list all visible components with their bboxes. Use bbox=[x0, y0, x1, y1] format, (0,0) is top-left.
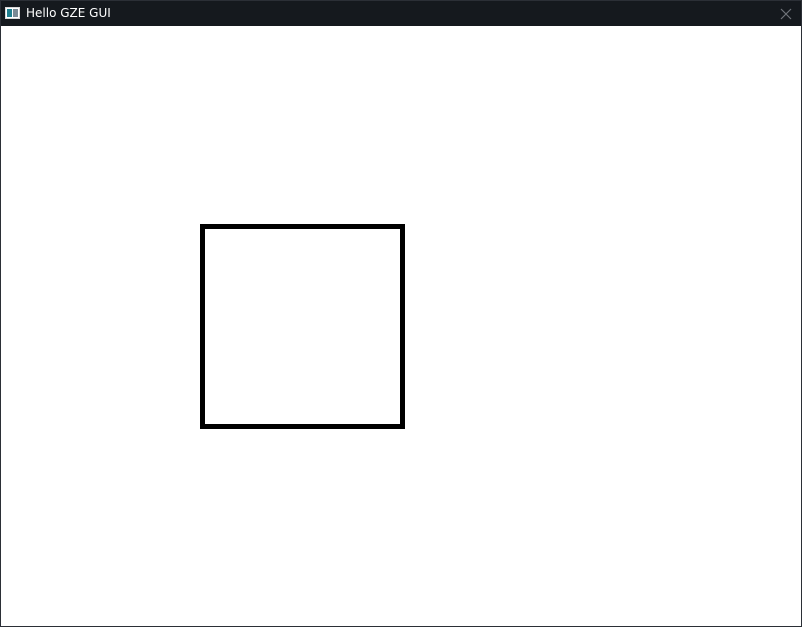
close-icon bbox=[780, 8, 792, 19]
drawing-canvas[interactable] bbox=[1, 26, 801, 626]
app-window: Hello GZE GUI bbox=[0, 0, 802, 627]
app-window-icon bbox=[5, 7, 20, 19]
square-outline bbox=[200, 224, 405, 429]
window-title: Hello GZE GUI bbox=[26, 6, 111, 20]
close-button[interactable] bbox=[771, 1, 801, 26]
window-titlebar[interactable]: Hello GZE GUI bbox=[1, 1, 801, 26]
